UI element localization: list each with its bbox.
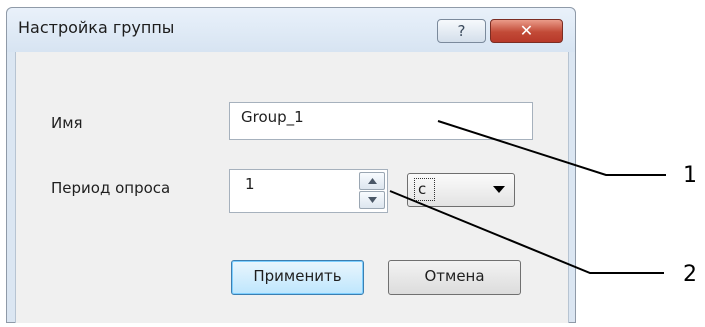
callout-label-2: 2 xyxy=(683,262,697,287)
callout-line-1 xyxy=(437,120,666,176)
callout-lines xyxy=(389,120,666,274)
callout-label-1: 1 xyxy=(683,163,697,188)
callout-line-2 xyxy=(389,190,664,274)
